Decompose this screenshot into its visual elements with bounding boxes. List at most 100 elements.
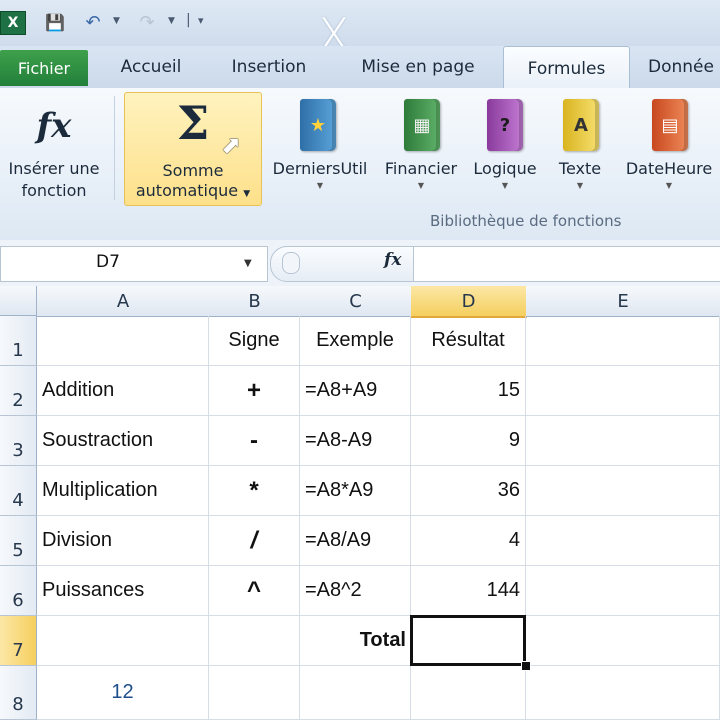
chevron-down-icon: ▼ bbox=[665, 181, 673, 190]
name-box-dropdown-icon[interactable]: ▼ bbox=[244, 258, 252, 269]
cell-e2[interactable] bbox=[526, 366, 720, 416]
logique-button[interactable]: Logique ▼ bbox=[466, 158, 544, 192]
cell-e7[interactable] bbox=[526, 616, 720, 666]
column-header-b[interactable]: B bbox=[209, 286, 301, 317]
cell-b3[interactable]: - bbox=[209, 416, 300, 466]
select-all-corner[interactable] bbox=[0, 286, 37, 316]
cell-e5[interactable] bbox=[526, 516, 720, 566]
cell-e6[interactable] bbox=[526, 566, 720, 616]
dateheure-book-icon: ▤ bbox=[652, 99, 688, 151]
tab-fichier[interactable]: Fichier bbox=[0, 50, 88, 86]
column-header-c[interactable]: C bbox=[300, 286, 412, 317]
row-header-8[interactable]: 8 bbox=[0, 666, 37, 720]
derniers-utilises-button[interactable]: DerniersUtil ▼ bbox=[264, 158, 376, 192]
cell-a1[interactable] bbox=[37, 316, 209, 366]
derniers-utilises-label: DerniersUtil bbox=[272, 159, 368, 178]
cell-d8[interactable] bbox=[411, 666, 526, 720]
tab-formules[interactable]: Formules bbox=[503, 46, 630, 90]
financier-button[interactable]: Financier ▼ bbox=[378, 158, 464, 192]
financier-label: Financier bbox=[384, 159, 458, 178]
row-header-7[interactable]: 7 bbox=[0, 616, 37, 666]
cell-c8[interactable] bbox=[300, 666, 411, 720]
cell-a2[interactable]: Addition bbox=[37, 366, 209, 416]
cell-b2[interactable]: + bbox=[209, 366, 300, 416]
cell-d2[interactable]: 15 bbox=[411, 366, 526, 416]
insert-function-fx-icon[interactable]: fx bbox=[384, 250, 401, 270]
formula-input[interactable] bbox=[413, 246, 720, 282]
cell-c7[interactable]: Total bbox=[300, 616, 411, 666]
name-box-value: D7 bbox=[96, 252, 120, 272]
undo-dropdown-icon[interactable]: ▼ bbox=[113, 16, 120, 26]
cell-c1[interactable]: Exemple bbox=[300, 316, 411, 366]
title-bar: X 💾 ↶ ▼ ↷ ▼ | ▾ bbox=[0, 0, 720, 46]
cell-a5[interactable]: Division bbox=[37, 516, 209, 566]
cell-d1[interactable]: Résultat bbox=[411, 316, 526, 366]
function-fx-icon: fx bbox=[36, 106, 72, 146]
fill-handle[interactable] bbox=[521, 661, 531, 671]
cell-c2[interactable]: =A8+A9 bbox=[300, 366, 411, 416]
row-header-5[interactable]: 5 bbox=[0, 516, 37, 566]
excel-app-icon[interactable]: X bbox=[0, 11, 26, 35]
tab-accueil[interactable]: Accueil bbox=[108, 46, 194, 88]
cell-b6[interactable]: ^ bbox=[209, 566, 300, 616]
cell-a8[interactable]: 12 bbox=[37, 666, 209, 720]
tab-mise-en-page[interactable]: Mise en page bbox=[352, 46, 484, 88]
column-header-d[interactable]: D bbox=[411, 286, 527, 318]
somme-label: Somme bbox=[162, 161, 224, 180]
somme-automatique-button[interactable]: Σ ⬈ Somme automatique ▼ bbox=[124, 92, 262, 206]
name-box[interactable] bbox=[0, 246, 268, 282]
cell-c4[interactable]: =A8*A9 bbox=[300, 466, 411, 516]
cell-b4[interactable]: * bbox=[209, 466, 300, 516]
column-header-a[interactable]: A bbox=[37, 286, 210, 317]
row-header-1[interactable]: 1 bbox=[0, 316, 37, 366]
save-icon[interactable]: 💾 bbox=[44, 11, 66, 33]
cell-a7[interactable] bbox=[37, 616, 209, 666]
dateheure-label: DateHeure bbox=[625, 159, 713, 178]
row-header-6[interactable]: 6 bbox=[0, 566, 37, 616]
cell-d6[interactable]: 144 bbox=[411, 566, 526, 616]
cell-b7[interactable] bbox=[209, 616, 300, 666]
ribbon-group-label: Bibliothèque de fonctions bbox=[430, 212, 622, 230]
logique-label: Logique bbox=[473, 159, 537, 178]
cell-e8[interactable] bbox=[526, 666, 720, 720]
tab-insertion[interactable]: Insertion bbox=[222, 46, 316, 88]
dateheure-button[interactable]: DateHeure ▼ bbox=[618, 158, 720, 192]
cell-d5[interactable]: 4 bbox=[411, 516, 526, 566]
row-header-4[interactable]: 4 bbox=[0, 466, 37, 516]
cell-a6[interactable]: Puissances bbox=[37, 566, 209, 616]
undo-icon[interactable]: ↶ bbox=[80, 11, 106, 33]
cell-b8[interactable] bbox=[209, 666, 300, 720]
ribbon-divider bbox=[114, 96, 115, 200]
cell-d3[interactable]: 9 bbox=[411, 416, 526, 466]
tab-donnees[interactable]: Donnée bbox=[648, 46, 720, 88]
logique-book-icon: ? bbox=[487, 99, 523, 151]
inserer-fonction-button[interactable]: fx Insérer une fonction bbox=[0, 100, 108, 202]
cell-a3[interactable]: Soustraction bbox=[37, 416, 209, 466]
derniers-utilises-book-icon: ★ bbox=[300, 99, 336, 151]
formula-bar-resize-icon[interactable] bbox=[282, 252, 300, 274]
chevron-down-icon: ▼ bbox=[576, 181, 584, 190]
customize-qat-icon[interactable]: ▾ bbox=[198, 14, 204, 27]
cell-c6[interactable]: =A8^2 bbox=[300, 566, 411, 616]
cell-e4[interactable] bbox=[526, 466, 720, 516]
cell-e3[interactable] bbox=[526, 416, 720, 466]
row-header-2[interactable]: 2 bbox=[0, 366, 37, 416]
redo-icon[interactable]: ↷ bbox=[134, 11, 160, 33]
cell-c3[interactable]: =A8-A9 bbox=[300, 416, 411, 466]
cell-e1[interactable] bbox=[526, 316, 720, 366]
cell-d4[interactable]: 36 bbox=[411, 466, 526, 516]
cell-c5[interactable]: =A8/A9 bbox=[300, 516, 411, 566]
texte-button[interactable]: Texte ▼ bbox=[550, 158, 610, 192]
chevron-down-icon: ▼ bbox=[316, 181, 324, 190]
mouse-cursor-icon: ⬈ bbox=[221, 131, 242, 159]
cell-a4[interactable]: Multiplication bbox=[37, 466, 209, 516]
financier-book-icon: ▦ bbox=[404, 99, 440, 151]
cell-b5[interactable]: / bbox=[209, 516, 300, 566]
column-header-e[interactable]: E bbox=[526, 286, 720, 317]
somme-dropdown-icon[interactable]: ▼ bbox=[243, 189, 250, 199]
row-header-3[interactable]: 3 bbox=[0, 416, 37, 466]
automatique-label: automatique bbox=[135, 181, 239, 200]
active-cell-selection[interactable] bbox=[410, 615, 526, 666]
cell-b1[interactable]: Signe bbox=[209, 316, 300, 366]
redo-dropdown-icon[interactable]: ▼ bbox=[168, 16, 175, 26]
